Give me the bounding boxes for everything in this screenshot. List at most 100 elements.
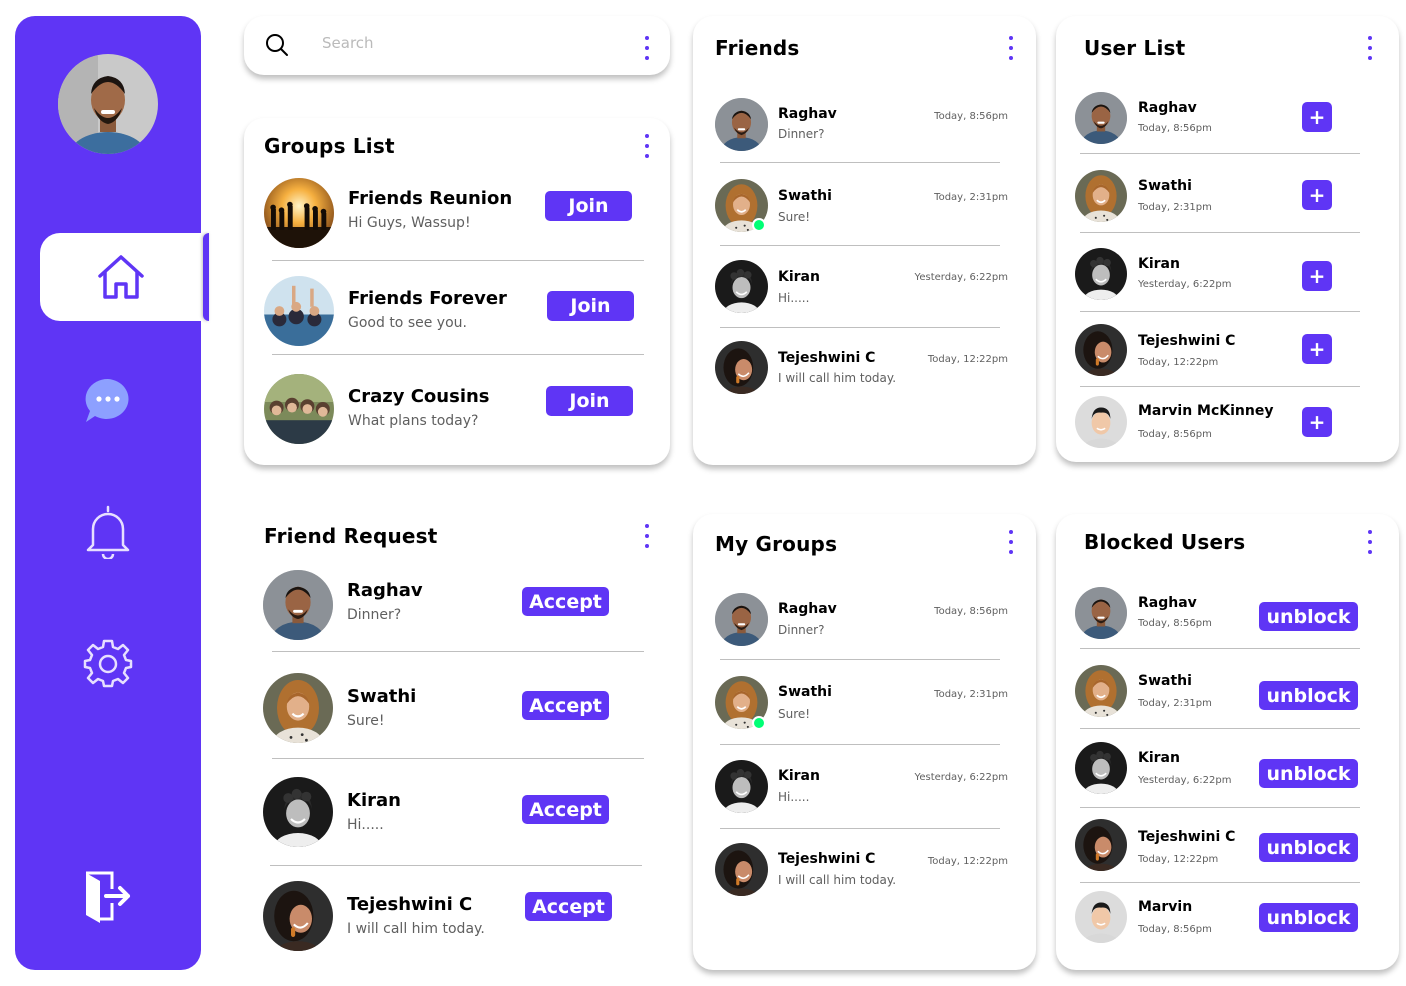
card-title: User List	[1084, 36, 1186, 60]
join-button[interactable]: Join	[546, 386, 633, 416]
search-bar	[244, 16, 670, 75]
user-avatar	[715, 98, 768, 151]
timestamp: Today, 12:22pm	[927, 856, 1008, 867]
unblock-button[interactable]: unblock	[1259, 602, 1358, 631]
join-button[interactable]: Join	[545, 191, 632, 221]
online-indicator	[752, 218, 766, 232]
group-name: Friends Reunion	[348, 188, 513, 209]
user-avatar	[263, 777, 333, 847]
divider	[1080, 311, 1360, 312]
group-avatar	[264, 374, 334, 444]
divider	[272, 260, 644, 261]
user-avatar	[715, 760, 768, 813]
search-menu-icon[interactable]	[644, 36, 650, 60]
more-menu-icon[interactable]	[644, 524, 650, 548]
card-title: Friends	[715, 36, 800, 60]
more-menu-icon[interactable]	[1367, 36, 1373, 60]
user-name: Kiran	[1138, 750, 1180, 766]
accept-button[interactable]: Accept	[525, 892, 612, 921]
user-message: Hi.....	[778, 291, 810, 305]
timestamp: Today, 12:22pm	[1138, 854, 1219, 865]
divider	[1080, 386, 1360, 387]
add-user-button[interactable]: +	[1302, 334, 1332, 364]
user-name: Swathi	[1138, 673, 1192, 689]
card-title: Groups List	[264, 134, 395, 158]
user-name: Tejeshwini C	[1138, 333, 1236, 349]
user-avatar	[1075, 248, 1127, 300]
timestamp: Today, 8:56pm	[934, 606, 1008, 617]
user-avatar	[715, 843, 768, 896]
add-user-button[interactable]: +	[1302, 180, 1332, 210]
divider	[720, 245, 1000, 246]
divider	[720, 828, 1000, 829]
gear-icon	[83, 639, 133, 688]
user-name: Marvin McKinney	[1138, 403, 1274, 419]
user-message: Hi.....	[347, 817, 384, 833]
add-user-button[interactable]: +	[1302, 102, 1332, 132]
timestamp: Today, 2:31pm	[934, 192, 1008, 203]
nav-notifications[interactable]	[15, 488, 201, 576]
nav-logout[interactable]	[15, 852, 201, 940]
nav-home[interactable]	[40, 233, 209, 321]
user-avatar	[1075, 396, 1127, 448]
user-message: I will call him today.	[778, 873, 897, 887]
user-name: Tejeshwini C	[347, 894, 473, 915]
unblock-button[interactable]: unblock	[1259, 903, 1358, 932]
divider	[272, 651, 644, 652]
join-button[interactable]: Join	[547, 291, 634, 321]
add-user-button[interactable]: +	[1302, 407, 1332, 437]
timestamp: Today, 2:31pm	[1138, 202, 1212, 213]
user-avatar	[1075, 324, 1127, 376]
logout-icon	[86, 871, 130, 923]
divider	[1080, 153, 1360, 154]
user-name: Tejeshwini C	[1138, 829, 1236, 845]
nav-messages[interactable]	[15, 357, 201, 445]
divider	[720, 327, 1000, 328]
timestamp: Today, 12:22pm	[1138, 357, 1219, 368]
nav-settings[interactable]	[15, 619, 201, 707]
bell-icon	[86, 505, 130, 559]
profile-avatar[interactable]	[58, 54, 158, 154]
group-name: Friends Forever	[348, 288, 507, 309]
user-name: Raghav	[778, 601, 837, 617]
search-icon[interactable]	[265, 33, 289, 57]
search-input[interactable]	[322, 34, 602, 52]
accept-button[interactable]: Accept	[522, 587, 609, 616]
user-name: Kiran	[778, 269, 820, 285]
timestamp: Today, 2:31pm	[1138, 698, 1212, 709]
accept-button[interactable]: Accept	[522, 795, 609, 824]
divider	[1080, 807, 1360, 808]
friends-card: Friends Raghav Dinner? Today, 8:56pm Swa…	[693, 16, 1036, 465]
user-list-card: User List Raghav Today, 8:56pm + Swathi …	[1056, 16, 1399, 462]
card-title: Blocked Users	[1084, 530, 1246, 554]
unblock-button[interactable]: unblock	[1259, 833, 1358, 862]
user-message: Sure!	[778, 707, 811, 721]
user-name: Kiran	[347, 790, 401, 811]
timestamp: Yesterday, 6:22pm	[914, 272, 1008, 283]
group-name: Crazy Cousins	[348, 386, 490, 407]
groups-list-card: Groups List Friends Reunion Hi Guys, Was…	[244, 118, 670, 465]
user-message: Dinner?	[778, 127, 825, 141]
more-menu-icon[interactable]	[1008, 530, 1014, 554]
divider	[1080, 232, 1360, 233]
friend-request-card: Friend Request Raghav Dinner? Accept Swa…	[244, 508, 670, 970]
timestamp: Today, 8:56pm	[1138, 123, 1212, 134]
more-menu-icon[interactable]	[644, 134, 650, 158]
user-avatar	[715, 593, 768, 646]
unblock-button[interactable]: unblock	[1259, 681, 1358, 710]
divider	[1080, 882, 1360, 883]
user-name: Raghav	[1138, 595, 1197, 611]
user-avatar	[1075, 665, 1127, 717]
timestamp: Today, 8:56pm	[1138, 618, 1212, 629]
divider	[720, 659, 1000, 660]
accept-button[interactable]: Accept	[522, 691, 609, 720]
unblock-button[interactable]: unblock	[1259, 759, 1358, 788]
group-message: What plans today?	[348, 413, 479, 429]
user-message: I will call him today.	[778, 371, 897, 385]
add-user-button[interactable]: +	[1302, 261, 1332, 291]
more-menu-icon[interactable]	[1367, 530, 1373, 554]
divider	[272, 354, 644, 355]
user-message: Dinner?	[347, 607, 402, 623]
more-menu-icon[interactable]	[1008, 36, 1014, 60]
user-avatar	[263, 881, 333, 951]
